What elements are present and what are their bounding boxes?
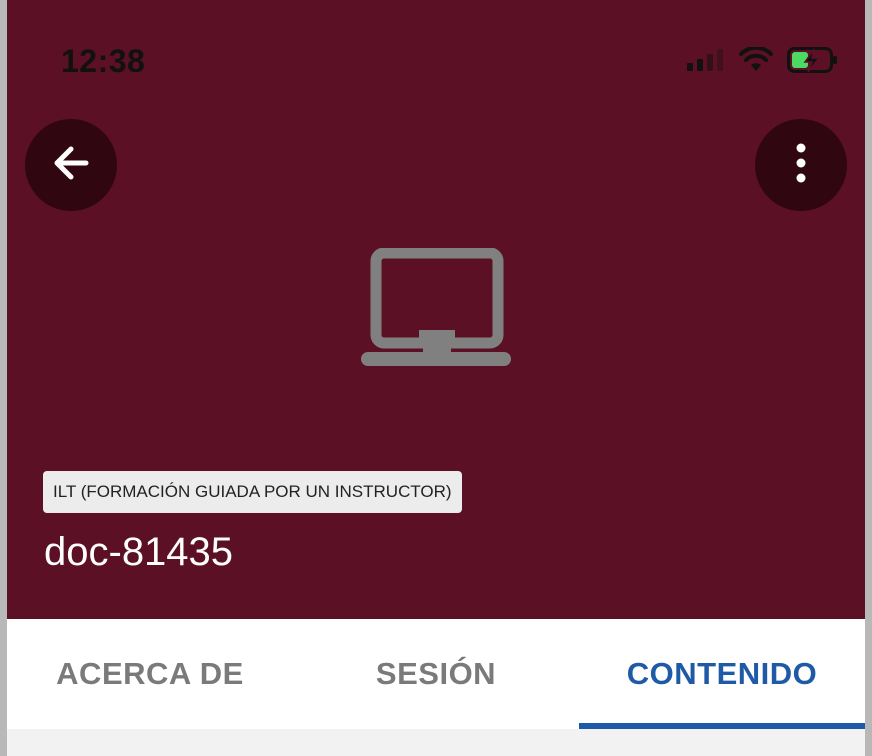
- arrow-left-icon: [50, 142, 92, 189]
- status-time: 12:38: [61, 43, 146, 79]
- tab-session[interactable]: SESIÓN: [293, 619, 579, 729]
- device-frame-right: [865, 0, 872, 756]
- tab-content-area: [7, 729, 865, 756]
- course-header: 12:38 ILT (FORMACIÓN GUIADA POR UN INSTR…: [7, 0, 865, 619]
- status-icons: [687, 45, 839, 79]
- laptop-icon: [361, 247, 511, 375]
- cellular-signal-icon: [687, 47, 725, 78]
- back-button[interactable]: [25, 119, 117, 211]
- course-type-badge: ILT (FORMACIÓN GUIADA POR UN INSTRUCTOR): [43, 471, 462, 513]
- page-title: doc-81435: [44, 530, 234, 574]
- status-bar: 12:38: [7, 0, 865, 110]
- wifi-icon: [739, 45, 773, 78]
- tab-content[interactable]: CONTENIDO: [579, 619, 865, 729]
- more-options-button[interactable]: [755, 119, 847, 211]
- tab-bar: ACERCA DE SESIÓN CONTENIDO: [7, 619, 865, 729]
- device-frame-left: [0, 0, 7, 756]
- more-vertical-icon: [794, 142, 808, 189]
- tab-about[interactable]: ACERCA DE: [7, 619, 293, 729]
- battery-charging-icon: [787, 46, 839, 79]
